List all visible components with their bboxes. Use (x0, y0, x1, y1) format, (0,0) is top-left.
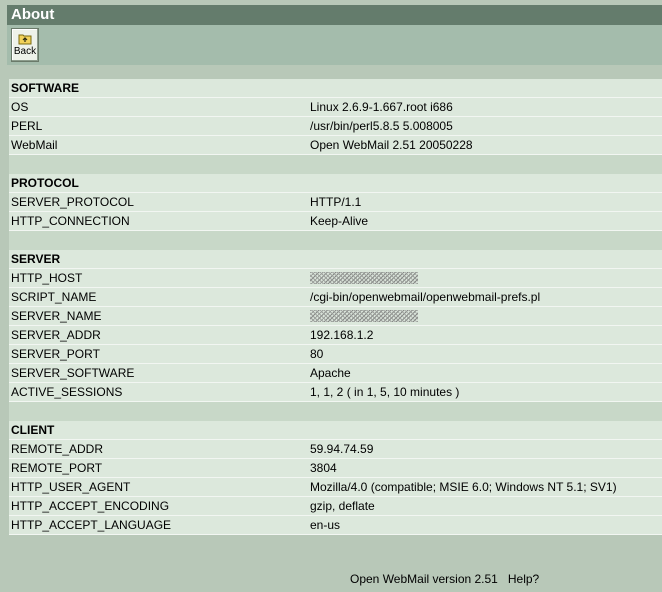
info-row: WebMail Open WebMail 2.51 20050228 (9, 136, 662, 155)
info-row: PERL/usr/bin/perl5.8.5 5.008005 (9, 117, 662, 136)
section-heading-server: SERVER (9, 250, 662, 269)
info-value: gzip, deflate (310, 499, 375, 513)
section-separator (9, 231, 662, 250)
info-value: HTTP/1.1 (310, 195, 362, 209)
info-key: SERVER_ADDR (11, 328, 101, 342)
info-key: OS (11, 100, 29, 114)
info-key: HTTP_HOST (11, 271, 83, 285)
info-value: 1, 1, 2 ( in 1, 5, 10 minutes ) (310, 385, 460, 399)
info-row: SERVER_ADDR 192.168.1.2 (9, 326, 662, 345)
info-key: REMOTE_PORT (11, 461, 103, 475)
info-value: 192.168.1.2 (310, 328, 374, 342)
info-key: HTTP_CONNECTION (11, 214, 130, 228)
section-separator (9, 402, 662, 421)
section-heading-protocol: PROTOCOL (9, 174, 662, 193)
info-key: SCRIPT_NAME (11, 290, 97, 304)
back-button-label: Back (13, 46, 37, 57)
info-row: REMOTE_ADDR 59.94.74.59 (9, 440, 662, 459)
info-row: OS Linux 2.6.9-1.667.root i686 (9, 98, 662, 117)
back-folder-icon (18, 34, 32, 45)
toolbar: Back (7, 25, 662, 65)
info-value: /cgi-bin/openwebmail/openwebmail-prefs.p… (310, 290, 541, 304)
info-row: SCRIPT_NAME/cgi-bin/openwebmail/openwebm… (9, 288, 662, 307)
info-row: ACTIVE_SESSIONS 1, 1, 2 ( in 1, 5, 10 min… (9, 383, 662, 402)
info-key: HTTP_ACCEPT_ENCODING (11, 499, 170, 513)
info-row: HTTP_CONNECTION Keep-Alive (9, 212, 662, 231)
info-value: Apache (310, 366, 351, 380)
section-heading-client: CLIENT (9, 421, 662, 440)
page-title: About (11, 6, 55, 23)
back-button[interactable]: Back (11, 28, 39, 62)
info-value: 3804 (310, 461, 337, 475)
info-row: HTTP_ACCEPT_LANGUAGE en-us (9, 516, 662, 535)
info-row: SERVER_PROTOCOL HTTP/1.1 (9, 193, 662, 212)
info-value: Linux 2.6.9-1.667.root i686 (310, 100, 453, 114)
info-key: PERL (11, 119, 43, 133)
info-row: SERVER_PORT 80 (9, 345, 662, 364)
info-row: HTTP_HOST (9, 269, 662, 288)
info-key: HTTP_ACCEPT_LANGUAGE (11, 518, 172, 532)
info-key: SERVER_SOFTWARE (11, 366, 135, 380)
info-key: HTTP_USER_AGENT (11, 480, 131, 494)
info-row: SERVER_SOFTWARE Apache (9, 364, 662, 383)
about-info-table: SOFTWARE OS Linux 2.6.9-1.667.root i686 PER… (9, 79, 662, 535)
redacted-value (310, 307, 418, 327)
info-value: 59.94.74.59 (310, 442, 374, 456)
section-separator (9, 155, 662, 174)
info-value: Open WebMail 2.51 20050228 (310, 138, 473, 152)
info-key: WebMail (11, 138, 58, 152)
info-value: 80 (310, 347, 324, 361)
title-bar: About (7, 5, 662, 25)
redaction-blur (310, 310, 418, 322)
section-heading-software: SOFTWARE (9, 79, 662, 98)
info-row: HTTP_ACCEPT_ENCODING gzip, deflate (9, 497, 662, 516)
info-key: REMOTE_ADDR (11, 442, 104, 456)
footer: Open WebMail version 2.51 Help? (350, 572, 539, 586)
info-row: SERVER_NAME (9, 307, 662, 326)
info-value: Keep-Alive (310, 214, 369, 228)
info-key: ACTIVE_SESSIONS (11, 385, 123, 399)
info-value: en-us (310, 518, 341, 532)
info-key: SERVER_PORT (11, 347, 100, 361)
info-key: SERVER_PROTOCOL (11, 195, 134, 209)
redaction-blur (310, 272, 418, 284)
info-key: SERVER_NAME (11, 309, 102, 323)
info-row: HTTP_USER_AGENT Mozilla/4.0 (compatible; … (9, 478, 662, 497)
info-value: Mozilla/4.0 (compatible; MSIE 6.0; Windo… (310, 480, 617, 494)
info-value: /usr/bin/perl5.8.5 5.008005 (310, 119, 453, 133)
help-link[interactable]: Help? (508, 572, 539, 586)
version-text: Open WebMail version 2.51 (350, 572, 498, 586)
redacted-value (310, 269, 418, 289)
info-row: REMOTE_PORT 3804 (9, 459, 662, 478)
